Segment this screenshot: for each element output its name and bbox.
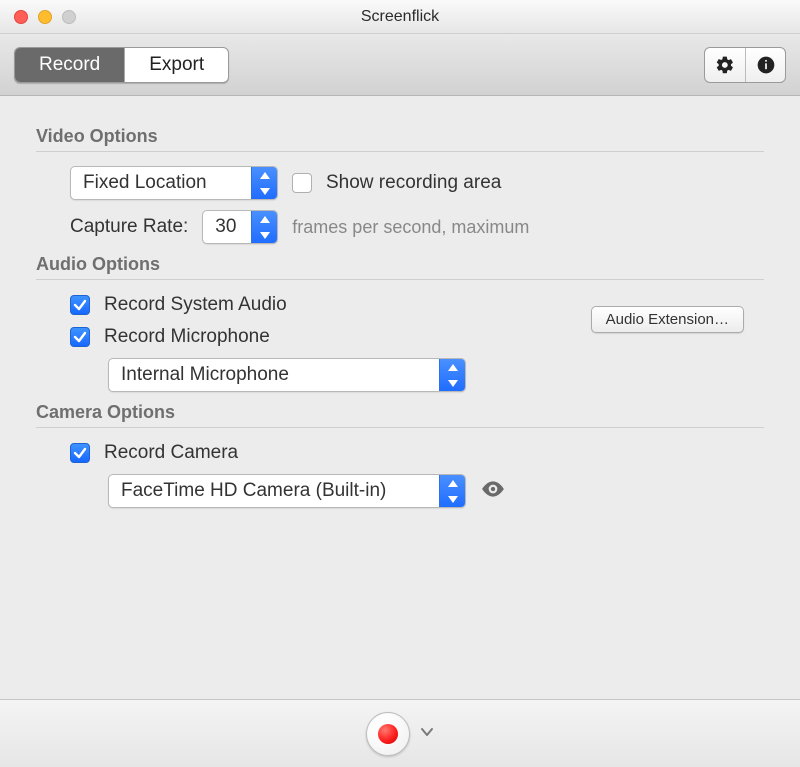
video-mode-row: Fixed Location Show recording area [70,166,764,200]
capture-rate-row: Capture Rate: 30 frames per second, maxi… [70,210,764,244]
toolbar: Record Export [0,34,800,96]
microphone-device-select[interactable]: Internal Microphone [108,358,466,392]
record-microphone-checkbox[interactable] [70,327,90,347]
capture-rate-units: frames per second, maximum [292,217,529,238]
window-zoom-button[interactable] [62,10,76,24]
info-button[interactable] [745,48,785,82]
record-button[interactable] [366,712,410,756]
microphone-device-value: Internal Microphone [109,359,439,391]
tab-record[interactable]: Record [15,48,124,82]
record-system-audio-label: Record System Audio [104,294,287,316]
toolbar-right [704,47,786,83]
gear-icon [715,55,735,75]
tab-export[interactable]: Export [124,48,228,82]
camera-device-row: FaceTime HD Camera (Built-in) [108,474,764,508]
video-mode-value: Fixed Location [71,167,251,199]
stepper-icon [439,359,465,391]
camera-options-section: Camera Options Record Camera FaceTime HD… [36,402,764,508]
show-recording-area-checkbox[interactable] [292,173,312,193]
preferences-button[interactable] [705,48,745,82]
camera-preview-button[interactable] [480,476,506,507]
eye-icon [480,476,506,502]
capture-rate-select[interactable]: 30 [202,210,278,244]
record-camera-row: Record Camera [70,442,764,464]
video-options-section: Video Options Fixed Location Show record… [36,126,764,244]
content: Video Options Fixed Location Show record… [0,96,800,508]
microphone-device-row: Internal Microphone [108,358,764,392]
record-microphone-label: Record Microphone [104,326,270,348]
record-camera-checkbox[interactable] [70,443,90,463]
main-tabs: Record Export [14,47,229,83]
capture-rate-label: Capture Rate: [70,216,188,238]
window-close-button[interactable] [14,10,28,24]
info-icon [756,55,776,75]
capture-rate-value: 30 [203,211,251,243]
window-minimize-button[interactable] [38,10,52,24]
record-options-button[interactable] [420,724,434,744]
chevron-down-icon [420,725,434,739]
audio-options-section: Audio Options Audio Extension… Record Sy… [36,254,764,392]
camera-device-value: FaceTime HD Camera (Built-in) [109,475,439,507]
window-title: Screenflick [0,8,800,26]
stepper-icon [251,167,277,199]
audio-extension-button[interactable]: Audio Extension… [591,306,744,333]
stepper-icon [251,211,277,243]
camera-options-title: Camera Options [36,402,764,428]
audio-options-title: Audio Options [36,254,764,280]
titlebar: Screenflick [0,0,800,34]
video-options-title: Video Options [36,126,764,152]
record-camera-label: Record Camera [104,442,238,464]
show-recording-area-label: Show recording area [326,172,501,194]
record-dot-icon [378,724,398,744]
camera-device-select[interactable]: FaceTime HD Camera (Built-in) [108,474,466,508]
stepper-icon [439,475,465,507]
record-system-audio-checkbox[interactable] [70,295,90,315]
traffic-lights [0,10,76,24]
video-mode-select[interactable]: Fixed Location [70,166,278,200]
bottom-bar [0,699,800,767]
